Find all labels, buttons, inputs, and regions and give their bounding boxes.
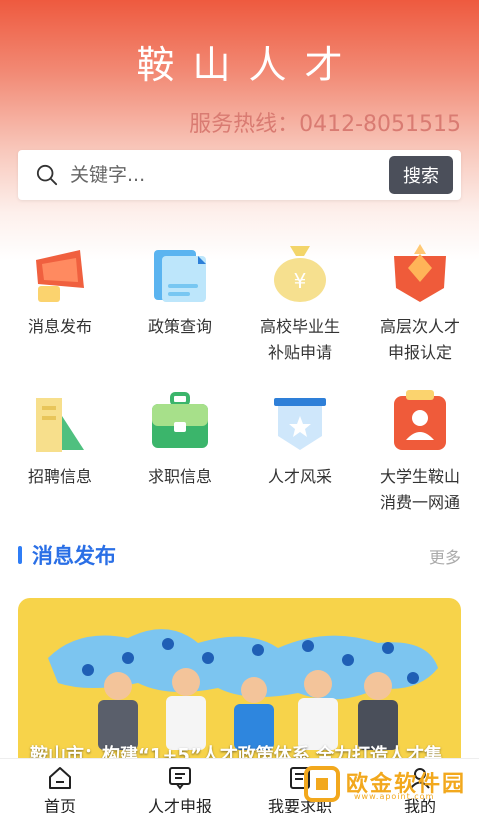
service-talent-showcase[interactable]: 人才风采 [240, 386, 360, 490]
tab-talent-apply[interactable]: 人才申报 [120, 759, 240, 813]
watermark-subtext: www.apoint.com [354, 792, 435, 801]
service-label: 求职信息 [147, 467, 212, 486]
service-talent-certification[interactable]: 高层次人才 申报认定 [360, 236, 479, 366]
section-title: 消息发布 [32, 544, 116, 568]
site-watermark: 欧金软件园 www.apoint.com [302, 762, 472, 806]
service-recruitment[interactable]: 招聘信息 [0, 386, 120, 490]
service-graduate-subsidy[interactable]: ¥ 高校毕业生 补贴申请 [240, 236, 360, 366]
diamond-badge-icon [394, 244, 446, 302]
more-link[interactable]: 更多 [429, 544, 461, 568]
service-student-consumption[interactable]: 大学生鞍山 消费一网通 [360, 386, 479, 516]
message-icon [169, 767, 191, 790]
chart-buildings-icon [36, 398, 84, 452]
tab-label: 首页 [43, 797, 76, 813]
search-button[interactable]: 搜索 [389, 156, 453, 194]
section-accent-bar [18, 546, 22, 564]
service-label: 政策查询 [147, 317, 212, 336]
news-section-header: 消息发布 更多 [18, 540, 461, 570]
id-card-icon [394, 390, 446, 450]
megaphone-icon [36, 250, 84, 302]
service-label: 人才风采 [267, 467, 332, 486]
service-label: 高校毕业生 补贴申请 [259, 317, 340, 362]
service-news[interactable]: 消息发布 [0, 236, 120, 340]
svg-text:¥: ¥ [294, 269, 307, 293]
tab-label: 人才申报 [147, 797, 212, 813]
search-input[interactable] [70, 158, 390, 192]
service-label: 高层次人才 申报认定 [379, 317, 460, 362]
search-icon [36, 164, 58, 186]
service-job-seeking[interactable]: 求职信息 [120, 386, 240, 490]
service-label: 招聘信息 [27, 467, 92, 486]
money-bag-icon: ¥ [274, 246, 326, 302]
star-shield-icon [274, 398, 326, 450]
briefcase-icon [152, 392, 208, 448]
watermark-logo-icon [304, 766, 340, 802]
service-hotline: 服务热线：0412-8051515 [189, 112, 461, 137]
home-icon [49, 767, 71, 789]
news-card[interactable]: 鞍山市：构建“1+5”人才政策体系 全力打造人才集 [18, 598, 461, 768]
service-policy[interactable]: 政策查询 [120, 236, 240, 340]
service-label: 消息发布 [27, 317, 92, 336]
app-title: 鞍山人才 [136, 43, 361, 87]
service-label: 大学生鞍山 消费一网通 [379, 467, 460, 512]
tab-home[interactable]: 首页 [0, 759, 120, 813]
document-icon [154, 250, 206, 302]
search-bar: 搜索 [18, 150, 461, 200]
